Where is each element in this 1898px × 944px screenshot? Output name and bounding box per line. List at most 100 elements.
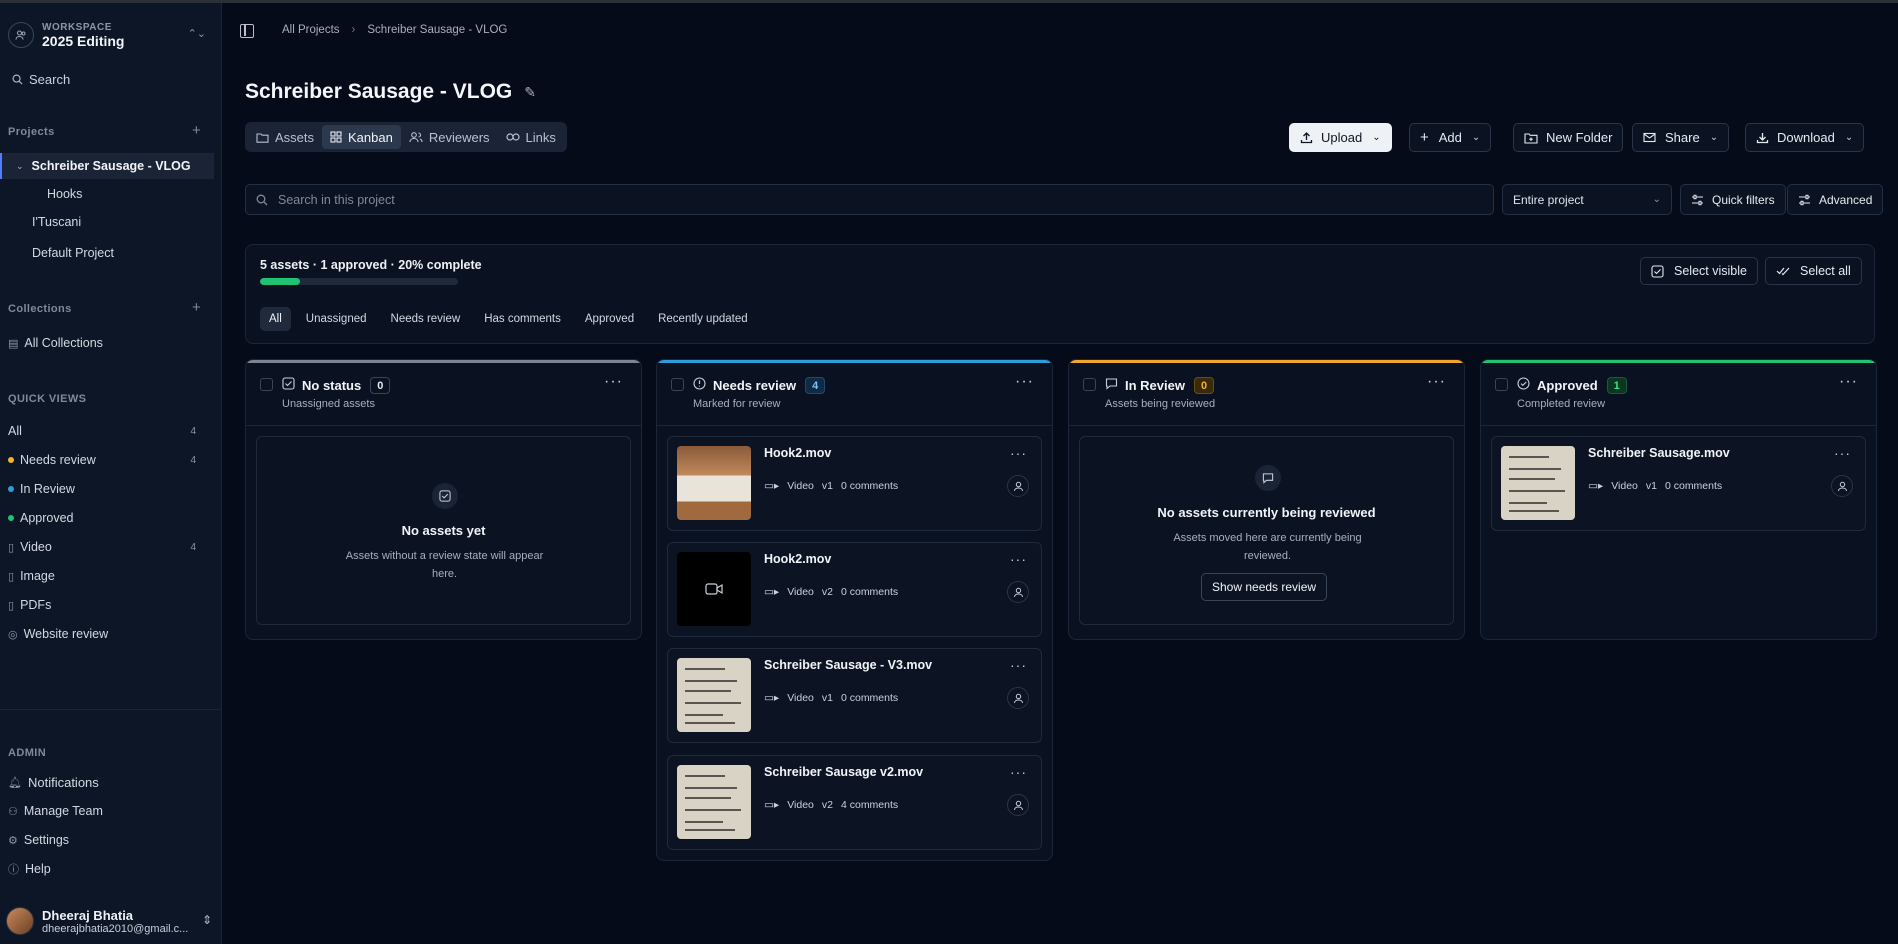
checkbox-icon: [1651, 264, 1664, 278]
more-options-icon[interactable]: ···: [1010, 764, 1027, 780]
video-camera-icon: [705, 583, 723, 595]
quick-view-video[interactable]: ▯ Video 4: [0, 534, 214, 560]
tab-kanban[interactable]: Kanban: [322, 125, 401, 149]
search-scope-select[interactable]: Entire project ⌄: [1502, 184, 1672, 215]
asset-card[interactable]: Hook2.mov ▭▸ Video v1 0 comments ···: [667, 436, 1042, 531]
filter-chip-needs-review[interactable]: Needs review: [382, 307, 470, 331]
filter-chip-unassigned[interactable]: Unassigned: [297, 307, 376, 331]
video-thumbnail: [677, 658, 751, 732]
more-options-icon[interactable]: ···: [1010, 445, 1027, 461]
show-needs-review-button[interactable]: Show needs review: [1201, 573, 1328, 601]
admin-section-label: ADMIN: [8, 747, 47, 759]
sidebar-project-default[interactable]: Default Project: [0, 240, 214, 266]
quick-filters-button[interactable]: Quick filters: [1680, 184, 1786, 215]
sidebar-toggle-icon[interactable]: [240, 24, 254, 38]
asset-card[interactable]: Schreiber Sausage - V3.mov ▭▸ Video v1 0…: [667, 648, 1042, 743]
more-options-icon[interactable]: ···: [1834, 445, 1851, 461]
asset-type: Video: [787, 480, 814, 492]
filter-chip-has-comments[interactable]: Has comments: [475, 307, 570, 331]
download-icon: [1756, 133, 1769, 144]
quick-view-website-review[interactable]: ◎ Website review: [0, 621, 214, 647]
sidebar-search[interactable]: Search: [4, 65, 214, 93]
asset-version: v2: [821, 799, 833, 811]
more-options-icon[interactable]: ···: [1010, 657, 1027, 673]
assign-user-icon[interactable]: [1831, 475, 1853, 497]
sidebar-item-label: Image: [20, 569, 55, 583]
add-button[interactable]: + Add ⌄: [1409, 123, 1492, 152]
bell-icon: 🔔︎: [8, 776, 22, 789]
breadcrumb-root[interactable]: All Projects: [282, 24, 340, 36]
select-all-button[interactable]: Select all: [1765, 257, 1862, 285]
tab-assets[interactable]: Assets: [248, 125, 322, 149]
assign-user-icon[interactable]: [1007, 581, 1029, 603]
user-menu[interactable]: Dheeraj Bhatia dheerajbhatia2010@gmail.c…: [6, 903, 216, 939]
select-visible-button[interactable]: Select visible: [1640, 257, 1758, 285]
sliders-icon: [1692, 194, 1703, 205]
edit-pencil-icon[interactable]: ✎: [524, 84, 536, 101]
asset-title: Schreiber Sausage - V3.mov: [764, 658, 933, 672]
window-top-border: [0, 0, 1898, 3]
asset-version: v2: [821, 586, 833, 598]
quick-view-in-review[interactable]: In Review: [0, 476, 214, 502]
tab-reviewers[interactable]: Reviewers: [401, 125, 498, 149]
add-project-icon[interactable]: +: [192, 122, 201, 139]
more-options-icon[interactable]: ···: [1427, 373, 1446, 391]
asset-card[interactable]: Schreiber Sausage v2.mov ▭▸ Video v2 4 c…: [667, 755, 1042, 850]
filter-chip-approved[interactable]: Approved: [576, 307, 643, 331]
sidebar-item-label: Website review: [23, 627, 109, 641]
asset-card[interactable]: Schreiber Sausage.mov ▭▸ Video v1 0 comm…: [1491, 436, 1866, 531]
advanced-search-button[interactable]: Advanced: [1787, 184, 1884, 215]
asset-meta: ▭▸ Video v1 0 comments: [1588, 480, 1730, 492]
column-select-checkbox[interactable]: [1083, 378, 1096, 391]
asset-version: v1: [821, 692, 833, 704]
empty-state-line-2: here.: [431, 568, 458, 580]
column-select-checkbox[interactable]: [1495, 378, 1508, 391]
quick-view-needs-review[interactable]: Needs review 4: [0, 447, 214, 473]
admin-notifications[interactable]: 🔔︎ Notifications: [0, 769, 214, 795]
admin-help[interactable]: ⓘ Help: [0, 856, 214, 882]
quick-view-image[interactable]: ▯ Image: [0, 563, 214, 589]
user-email: dheerajbhatia2010@gmail.c...: [42, 922, 189, 935]
sidebar-divider: [0, 709, 222, 710]
quick-view-approved[interactable]: Approved: [0, 505, 214, 531]
download-button[interactable]: Download ⌄: [1745, 123, 1865, 152]
share-button[interactable]: Share ⌄: [1632, 123, 1730, 152]
admin-settings[interactable]: ⚙ Settings: [0, 827, 214, 853]
empty-state-line-2: reviewed.: [1243, 550, 1292, 562]
sidebar-folder-hooks[interactable]: Hooks: [0, 181, 214, 207]
project-search-input[interactable]: Search in this project: [245, 184, 1494, 215]
sliders-icon: [1799, 194, 1810, 205]
tab-links[interactable]: Links: [498, 125, 564, 149]
asset-card[interactable]: Hook2.mov ▭▸ Video v2 0 comments ···: [667, 542, 1042, 637]
video-thumbnail: [677, 552, 751, 626]
column-title: No status: [302, 378, 362, 393]
assign-user-icon[interactable]: [1007, 687, 1029, 709]
workspace-label: WORKSPACE: [42, 21, 112, 33]
admin-manage-team[interactable]: ⚇ Manage Team: [0, 798, 214, 824]
more-options-icon[interactable]: ···: [604, 373, 623, 391]
status-dot: [8, 457, 14, 463]
filter-chip-all[interactable]: All: [260, 307, 291, 331]
filter-chip-recently-updated[interactable]: Recently updated: [649, 307, 757, 331]
workspace-switcher[interactable]: WORKSPACE 2025 Editing ⌃⌄: [8, 15, 214, 55]
quick-view-all[interactable]: All 4: [0, 418, 214, 444]
project-label: Schreiber Sausage - VLOG: [31, 159, 191, 173]
more-options-icon[interactable]: ···: [1010, 551, 1027, 567]
column-subtitle: Unassigned assets: [282, 398, 375, 410]
upload-button[interactable]: Upload ⌄: [1289, 123, 1392, 152]
add-collection-icon[interactable]: +: [192, 299, 201, 316]
new-folder-button[interactable]: New Folder: [1513, 123, 1624, 152]
quick-view-pdfs[interactable]: ▯ PDFs: [0, 592, 214, 618]
column-select-checkbox[interactable]: [260, 378, 273, 391]
more-options-icon[interactable]: ···: [1839, 373, 1858, 391]
sidebar-all-collections[interactable]: ▤ All Collections: [0, 330, 214, 356]
assign-user-icon[interactable]: [1007, 475, 1029, 497]
assign-user-icon[interactable]: [1007, 794, 1029, 816]
kanban-column-in-review: In Review 0 Assets being reviewed ··· No…: [1068, 359, 1465, 640]
column-select-checkbox[interactable]: [671, 378, 684, 391]
sidebar-project-schreiber[interactable]: ⌄ Schreiber Sausage - VLOG: [0, 153, 214, 179]
upload-label: Upload: [1321, 130, 1363, 145]
sidebar-project-ituscani[interactable]: I'Tuscani: [0, 209, 214, 235]
empty-state-line-1: Assets moved here are currently being: [1173, 532, 1362, 544]
more-options-icon[interactable]: ···: [1015, 373, 1034, 391]
